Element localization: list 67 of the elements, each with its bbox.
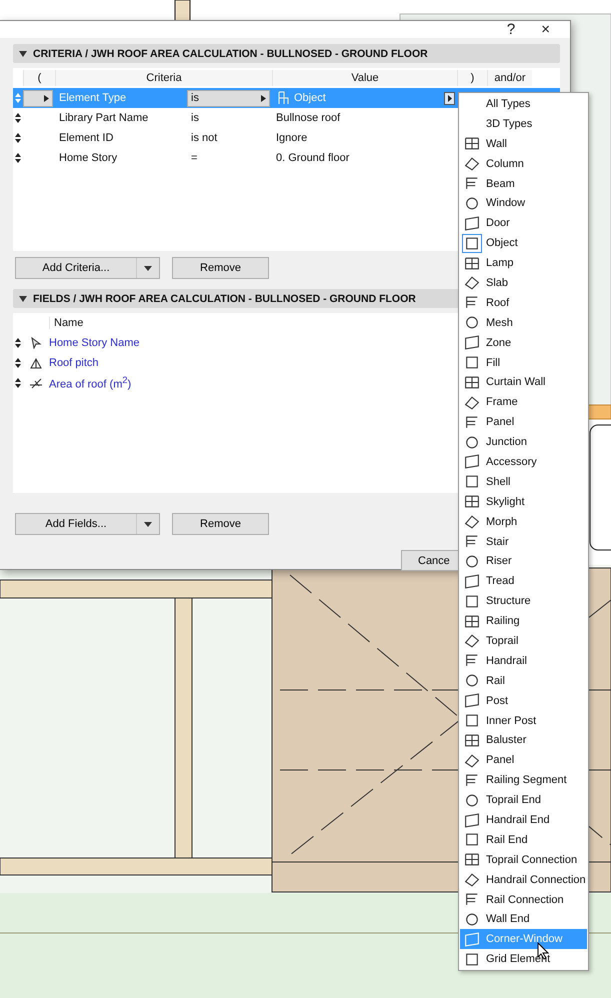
criteria-name: Element ID [58, 132, 114, 144]
menu-item[interactable]: Morph [460, 512, 587, 532]
operator-text: is [190, 112, 200, 124]
field-name: Home Story Name [49, 337, 140, 349]
menu-item[interactable]: Accessory [460, 452, 587, 472]
close-button[interactable]: × [537, 21, 554, 38]
menu-item[interactable]: Baluster [460, 730, 587, 750]
menu-item[interactable]: Toprail [460, 631, 587, 651]
menu-item[interactable]: Wall [460, 134, 587, 154]
menu-item[interactable]: Tread [460, 571, 587, 592]
column-header: Value [272, 70, 457, 86]
column-header: and/or [487, 70, 532, 86]
menu-item[interactable]: Wall End [460, 910, 587, 930]
column-header: ( [23, 70, 55, 86]
menu-item[interactable]: Junction [460, 432, 587, 452]
menu-item[interactable]: Structure [460, 591, 587, 612]
value-text: 0. Ground floor [275, 152, 350, 164]
help-button[interactable]: ? [502, 21, 520, 38]
menu-item[interactable]: Handrail Connection [460, 870, 587, 890]
menu-item[interactable]: Object [460, 233, 587, 254]
menu-item[interactable]: Railing [460, 611, 587, 632]
add-criteria-button[interactable]: Add Criteria... [16, 258, 137, 278]
menu-item[interactable]: Frame [460, 392, 587, 412]
menu-item[interactable]: Panel [460, 750, 587, 770]
operator-dropdown[interactable]: is [187, 90, 270, 106]
menu-item[interactable]: Curtain Wall [460, 372, 587, 392]
menu-item[interactable]: Handrail End [460, 810, 587, 830]
menu-item[interactable]: Column [460, 154, 587, 174]
menu-item[interactable]: 3D Types [460, 114, 587, 134]
menu-item[interactable]: Stair [460, 532, 587, 552]
operator-text: is not [190, 132, 218, 144]
field-name: Area of roof (m$^{2}$) [49, 375, 132, 391]
criteria-name: Element Type [58, 92, 128, 104]
remove-button[interactable]: Remove [172, 513, 269, 535]
menu-item[interactable]: Rail End [460, 830, 587, 850]
add-fields-button[interactable]: Add Fields... [16, 514, 137, 534]
menu-item[interactable]: Railing Segment [460, 770, 587, 790]
menu-item[interactable]: Panel [460, 412, 587, 432]
menu-item[interactable]: Window [460, 193, 587, 214]
menu-item[interactable]: Skylight [460, 492, 587, 512]
value-text: Bullnose roof [275, 112, 342, 124]
menu-item[interactable]: Inner Post [460, 710, 587, 730]
menu-item[interactable]: Rail Connection [460, 890, 587, 910]
remove-button[interactable]: Remove [172, 257, 269, 279]
menu-item[interactable]: Beam [460, 174, 587, 194]
value-text: Object [294, 92, 327, 104]
menu-item[interactable]: Lamp [460, 253, 587, 274]
menu-item[interactable]: Toprail End [460, 790, 587, 810]
add-criteria-split-button[interactable]: Add Criteria... [15, 257, 160, 279]
menu-item[interactable]: Fill [460, 352, 587, 372]
menu-item[interactable]: Shell [460, 472, 587, 492]
field-name: Roof pitch [49, 357, 99, 369]
operator-text: = [190, 152, 198, 164]
menu-item[interactable]: Post [460, 690, 587, 711]
value-text: Ignore [275, 132, 308, 144]
section-header[interactable]: CRITERIA / JWH ROOF AREA CALCULATION - BULLNOSED - GROUND FLOOR [13, 44, 560, 63]
column-header: Criteria [55, 70, 272, 86]
menu-item[interactable]: Grid Element [460, 949, 587, 970]
menu-item[interactable]: Toprail Connection [460, 850, 587, 870]
menu-item[interactable]: Zone [460, 332, 587, 353]
menu-item[interactable]: Door [460, 213, 587, 234]
column-header: ) [457, 70, 487, 86]
add-fields-split-button[interactable]: Add Fields... [15, 513, 160, 535]
criteria-name: Library Part Name [58, 112, 150, 124]
criteria-name: Home Story [58, 152, 118, 164]
menu-item[interactable]: Rail [460, 670, 587, 691]
menu-item[interactable]: Handrail [460, 650, 587, 671]
